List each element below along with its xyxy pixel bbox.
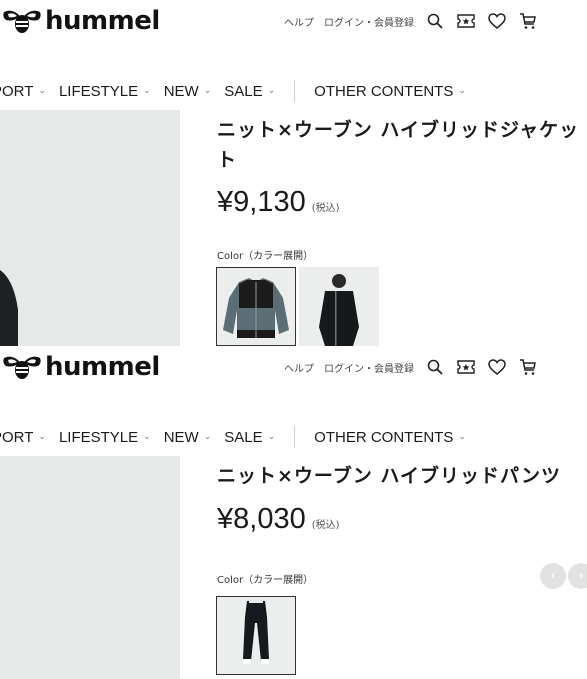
utility-bar: ヘルプ ログイン・会員登録 (284, 358, 550, 376)
nav-label: SALE (224, 82, 263, 100)
nav-divider (294, 80, 296, 102)
swatch-pants-model[interactable] (216, 596, 296, 675)
hummel-logo[interactable]: hummel (2, 8, 160, 34)
color-label: Color（カラー展開） (217, 251, 314, 262)
color-label: Color（カラー展開） (217, 575, 314, 586)
product-price: ¥8,030 (税込) (217, 503, 340, 536)
cart-icon[interactable] (519, 358, 537, 376)
chevron-down-icon: ⌄ (267, 430, 276, 441)
nav-label: PORT (0, 82, 34, 100)
nav-item-sale[interactable]: SALE ⌄ (224, 83, 275, 100)
bee-logo-icon (3, 10, 41, 33)
search-icon[interactable] (426, 358, 444, 376)
nav-divider (294, 426, 296, 448)
nav-label: SALE (224, 428, 263, 446)
help-link[interactable]: ヘルプ (284, 14, 314, 29)
swatch-jacket-model[interactable] (299, 267, 379, 346)
product-panel-pants: hummel ヘルプ ログイン・会員登録 PORT ⌄ LIFESTYLE ⌄ NE… (0, 346, 587, 679)
product-price: ¥9,130 (税込) (217, 186, 340, 219)
nav-item-new[interactable]: NEW ⌄ (164, 83, 212, 100)
chevron-right-icon[interactable]: › (568, 563, 587, 589)
chevron-down-icon: ⌄ (267, 84, 276, 95)
nav-label: NEW (163, 82, 199, 100)
chevron-down-icon: ⌄ (203, 430, 212, 441)
logo-wordmark: hummel (45, 6, 160, 36)
nav-label: OTHER CONTENTS (314, 428, 454, 446)
chevron-down-icon: ⌄ (38, 430, 46, 441)
color-swatches (216, 596, 299, 675)
chevron-down-icon: ⌄ (458, 84, 466, 95)
coupon-icon[interactable] (457, 358, 475, 376)
chevron-down-icon: ⌄ (38, 84, 46, 95)
nav-label: PORT (0, 428, 34, 446)
chevron-down-icon: ⌄ (458, 430, 466, 441)
jacket-image-icon (223, 278, 289, 338)
nav-item-lifestyle[interactable]: LIFESTYLE ⌄ (59, 83, 151, 100)
model-photo-icon (0, 270, 18, 346)
chevron-down-icon: ⌄ (143, 430, 151, 441)
color-swatches (216, 267, 382, 346)
product-title: ニット×ウーブン ハイブリッドジャケット (217, 119, 580, 171)
carousel-arrows: ‹ › (540, 563, 587, 589)
help-link[interactable]: ヘルプ (284, 360, 314, 375)
heart-icon[interactable] (488, 358, 506, 376)
login-register-link[interactable]: ログイン・会員登録 (324, 14, 414, 29)
heart-icon[interactable] (488, 12, 506, 30)
nav-item-other-contents[interactable]: OTHER CONTENTS ⌄ (314, 83, 466, 100)
product-title: ニット×ウーブン ハイブリッドパンツ (217, 465, 561, 487)
chevron-left-icon[interactable]: ‹ (540, 563, 566, 589)
price-amount: ¥8,030 (217, 503, 306, 535)
login-register-link[interactable]: ログイン・会員登録 (324, 360, 414, 375)
price-amount: ¥9,130 (217, 186, 306, 218)
main-nav: PORT ⌄ LIFESTYLE ⌄ NEW ⌄ SALE ⌄ OTHER CONTEN… (0, 80, 479, 102)
nav-label: LIFESTYLE (58, 82, 139, 100)
nav-label: NEW (163, 428, 199, 446)
nav-item-other-contents[interactable]: OTHER CONTENTS ⌄ (314, 429, 466, 446)
nav-item-lifestyle[interactable]: LIFESTYLE ⌄ (59, 429, 151, 446)
swatch-jacket-front[interactable] (216, 267, 296, 346)
tax-note: (税込) (311, 203, 340, 214)
nav-item-sale[interactable]: SALE ⌄ (224, 429, 275, 446)
nav-label: LIFESTYLE (58, 428, 139, 446)
chevron-down-icon: ⌄ (203, 84, 212, 95)
search-icon[interactable] (426, 12, 444, 30)
cart-icon[interactable] (519, 12, 537, 30)
nav-label: OTHER CONTENTS (314, 82, 454, 100)
utility-bar: ヘルプ ログイン・会員登録 (284, 12, 550, 30)
main-nav: PORT ⌄ LIFESTYLE ⌄ NEW ⌄ SALE ⌄ OTHER CONTEN… (0, 426, 479, 448)
hummel-logo[interactable]: hummel (2, 354, 160, 380)
logo-wordmark: hummel (45, 352, 160, 382)
coupon-icon[interactable] (457, 12, 475, 30)
model-image-icon (319, 274, 359, 346)
bee-logo-icon (3, 356, 41, 379)
chevron-down-icon: ⌄ (143, 84, 151, 95)
product-hero-image[interactable] (0, 456, 180, 679)
nav-item-sport[interactable]: PORT ⌄ (0, 429, 46, 446)
product-hero-image[interactable] (0, 110, 180, 346)
nav-item-new[interactable]: NEW ⌄ (164, 429, 212, 446)
tax-note: (税込) (311, 520, 340, 531)
product-panel-jacket: hummel ヘルプ ログイン・会員登録 PORT ⌄ LIFESTYLE ⌄ NE… (0, 0, 587, 346)
pants-image-icon (243, 597, 269, 664)
nav-item-sport[interactable]: PORT ⌄ (0, 83, 46, 100)
